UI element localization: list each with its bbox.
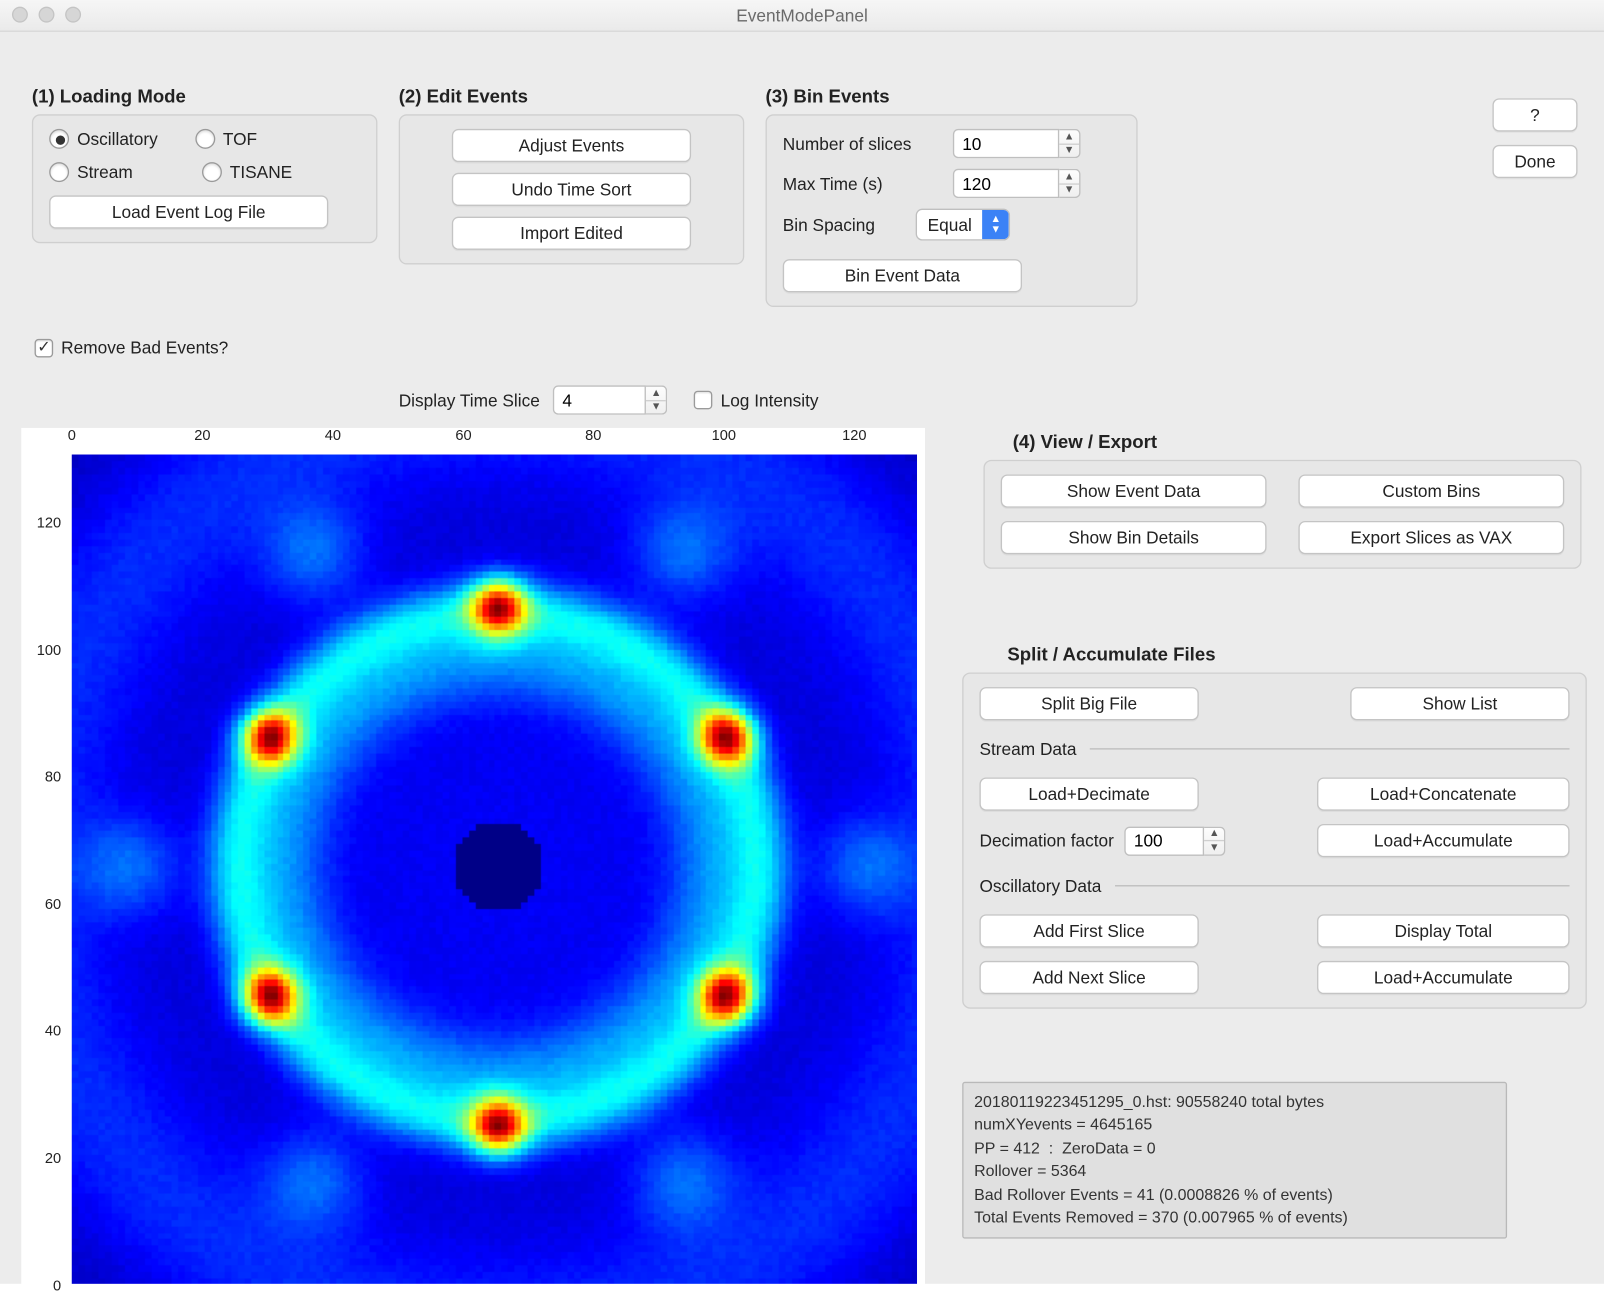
adjust-events-button[interactable]: Adjust Events [452, 129, 691, 162]
show-event-data-button[interactable]: Show Event Data [1001, 474, 1267, 507]
minimize-icon[interactable] [39, 7, 55, 23]
window-title: EventModePanel [0, 5, 1604, 25]
loading-mode-title: (1) Loading Mode [32, 85, 378, 106]
chevron-down-icon[interactable]: ▼ [1059, 184, 1079, 197]
bin-spacing-select[interactable]: Equal ▲▼ [916, 209, 1011, 241]
add-next-slice-button[interactable]: Add Next Slice [979, 961, 1198, 994]
load-accumulate-osc-button[interactable]: Load+Accumulate [1317, 961, 1570, 994]
bin-spacing-value: Equal [917, 215, 982, 235]
help-button[interactable]: ? [1492, 98, 1577, 131]
checkbox-icon [694, 391, 713, 410]
chevron-up-icon[interactable]: ▲ [1059, 170, 1079, 184]
decimation-factor-label: Decimation factor [979, 831, 1113, 851]
x-axis-ticks: 0 20 40 60 80 100 120 [72, 428, 920, 447]
max-time-input[interactable] [953, 169, 1059, 198]
chevron-up-icon[interactable]: ▲ [1204, 827, 1224, 841]
chevron-up-icon[interactable]: ▲ [646, 387, 666, 401]
chevron-down-icon[interactable]: ▼ [1059, 144, 1079, 157]
radio-tof[interactable]: TOF [195, 129, 257, 149]
updown-caret-icon: ▲▼ [982, 210, 1009, 239]
load-event-log-button[interactable]: Load Event Log File [49, 195, 328, 228]
load-accumulate-stream-button[interactable]: Load+Accumulate [1317, 824, 1570, 857]
display-time-slice-stepper[interactable]: ▲▼ [553, 385, 667, 414]
view-export-title: (4) View / Export [1013, 431, 1582, 452]
add-first-slice-button[interactable]: Add First Slice [979, 914, 1198, 947]
window-controls[interactable] [12, 7, 81, 23]
radio-dot-icon [195, 129, 215, 149]
radio-dot-icon [202, 162, 222, 182]
checkbox-label: Remove Bad Events? [61, 338, 228, 358]
radio-label: Stream [77, 162, 133, 182]
done-button[interactable]: Done [1492, 145, 1577, 178]
titlebar: EventModePanel [0, 0, 1604, 32]
chevron-down-icon[interactable]: ▼ [1204, 841, 1224, 854]
checkbox-icon [35, 338, 54, 357]
radio-label: Oscillatory [77, 129, 158, 149]
radio-label: TOF [223, 129, 257, 149]
chevron-down-icon[interactable]: ▼ [646, 401, 666, 414]
divider-line [1115, 885, 1570, 886]
bin-event-data-button[interactable]: Bin Event Data [783, 259, 1022, 292]
max-time-stepper[interactable]: ▲▼ [953, 169, 1081, 198]
max-time-label: Max Time (s) [783, 173, 942, 193]
load-concatenate-button[interactable]: Load+Concatenate [1317, 777, 1570, 810]
detector-heatmap-plot: 0 20 40 60 80 100 120 0 20 40 60 80 100 … [21, 428, 925, 1292]
radio-label: TISANE [230, 162, 292, 182]
status-output: 20180119223451295_0.hst: 90558240 total … [962, 1082, 1507, 1239]
custom-bins-button[interactable]: Custom Bins [1298, 474, 1564, 507]
num-slices-label: Number of slices [783, 134, 942, 154]
export-slices-vax-button[interactable]: Export Slices as VAX [1298, 521, 1564, 554]
bin-events-title: (3) Bin Events [766, 85, 1138, 106]
edit-events-title: (2) Edit Events [399, 85, 745, 106]
display-time-slice-label: Display Time Slice [399, 390, 540, 410]
display-time-slice-input[interactable] [553, 385, 646, 414]
undo-time-sort-button[interactable]: Undo Time Sort [452, 173, 691, 206]
remove-bad-events-checkbox[interactable]: Remove Bad Events? [35, 338, 229, 358]
radio-dot-icon [49, 162, 69, 182]
y-axis-ticks: 0 20 40 60 80 100 120 [21, 460, 66, 1287]
split-accumulate-title: Split / Accumulate Files [1007, 643, 1586, 664]
log-intensity-checkbox[interactable]: Log Intensity [694, 390, 819, 410]
divider-line [1090, 748, 1570, 749]
checkbox-label: Log Intensity [721, 390, 819, 410]
decimation-factor-stepper[interactable]: ▲▼ [1125, 826, 1226, 855]
bin-spacing-label: Bin Spacing [783, 215, 905, 235]
split-big-file-button[interactable]: Split Big File [979, 687, 1198, 720]
radio-oscillatory[interactable]: Oscillatory [49, 129, 158, 149]
display-total-button[interactable]: Display Total [1317, 914, 1570, 947]
close-icon[interactable] [12, 7, 28, 23]
heatmap-canvas [72, 455, 917, 1284]
decimation-factor-input[interactable] [1125, 826, 1205, 855]
radio-dot-icon [49, 129, 69, 149]
radio-stream[interactable]: Stream [49, 162, 133, 182]
chevron-up-icon[interactable]: ▲ [1059, 130, 1079, 144]
oscillatory-data-label: Oscillatory Data [979, 876, 1101, 896]
zoom-icon[interactable] [65, 7, 81, 23]
show-bin-details-button[interactable]: Show Bin Details [1001, 521, 1267, 554]
load-decimate-button[interactable]: Load+Decimate [979, 777, 1198, 810]
show-list-button[interactable]: Show List [1350, 687, 1569, 720]
stream-data-label: Stream Data [979, 739, 1076, 759]
import-edited-button[interactable]: Import Edited [452, 217, 691, 250]
num-slices-stepper[interactable]: ▲▼ [953, 129, 1081, 158]
radio-tisane[interactable]: TISANE [202, 162, 292, 182]
num-slices-input[interactable] [953, 129, 1059, 158]
